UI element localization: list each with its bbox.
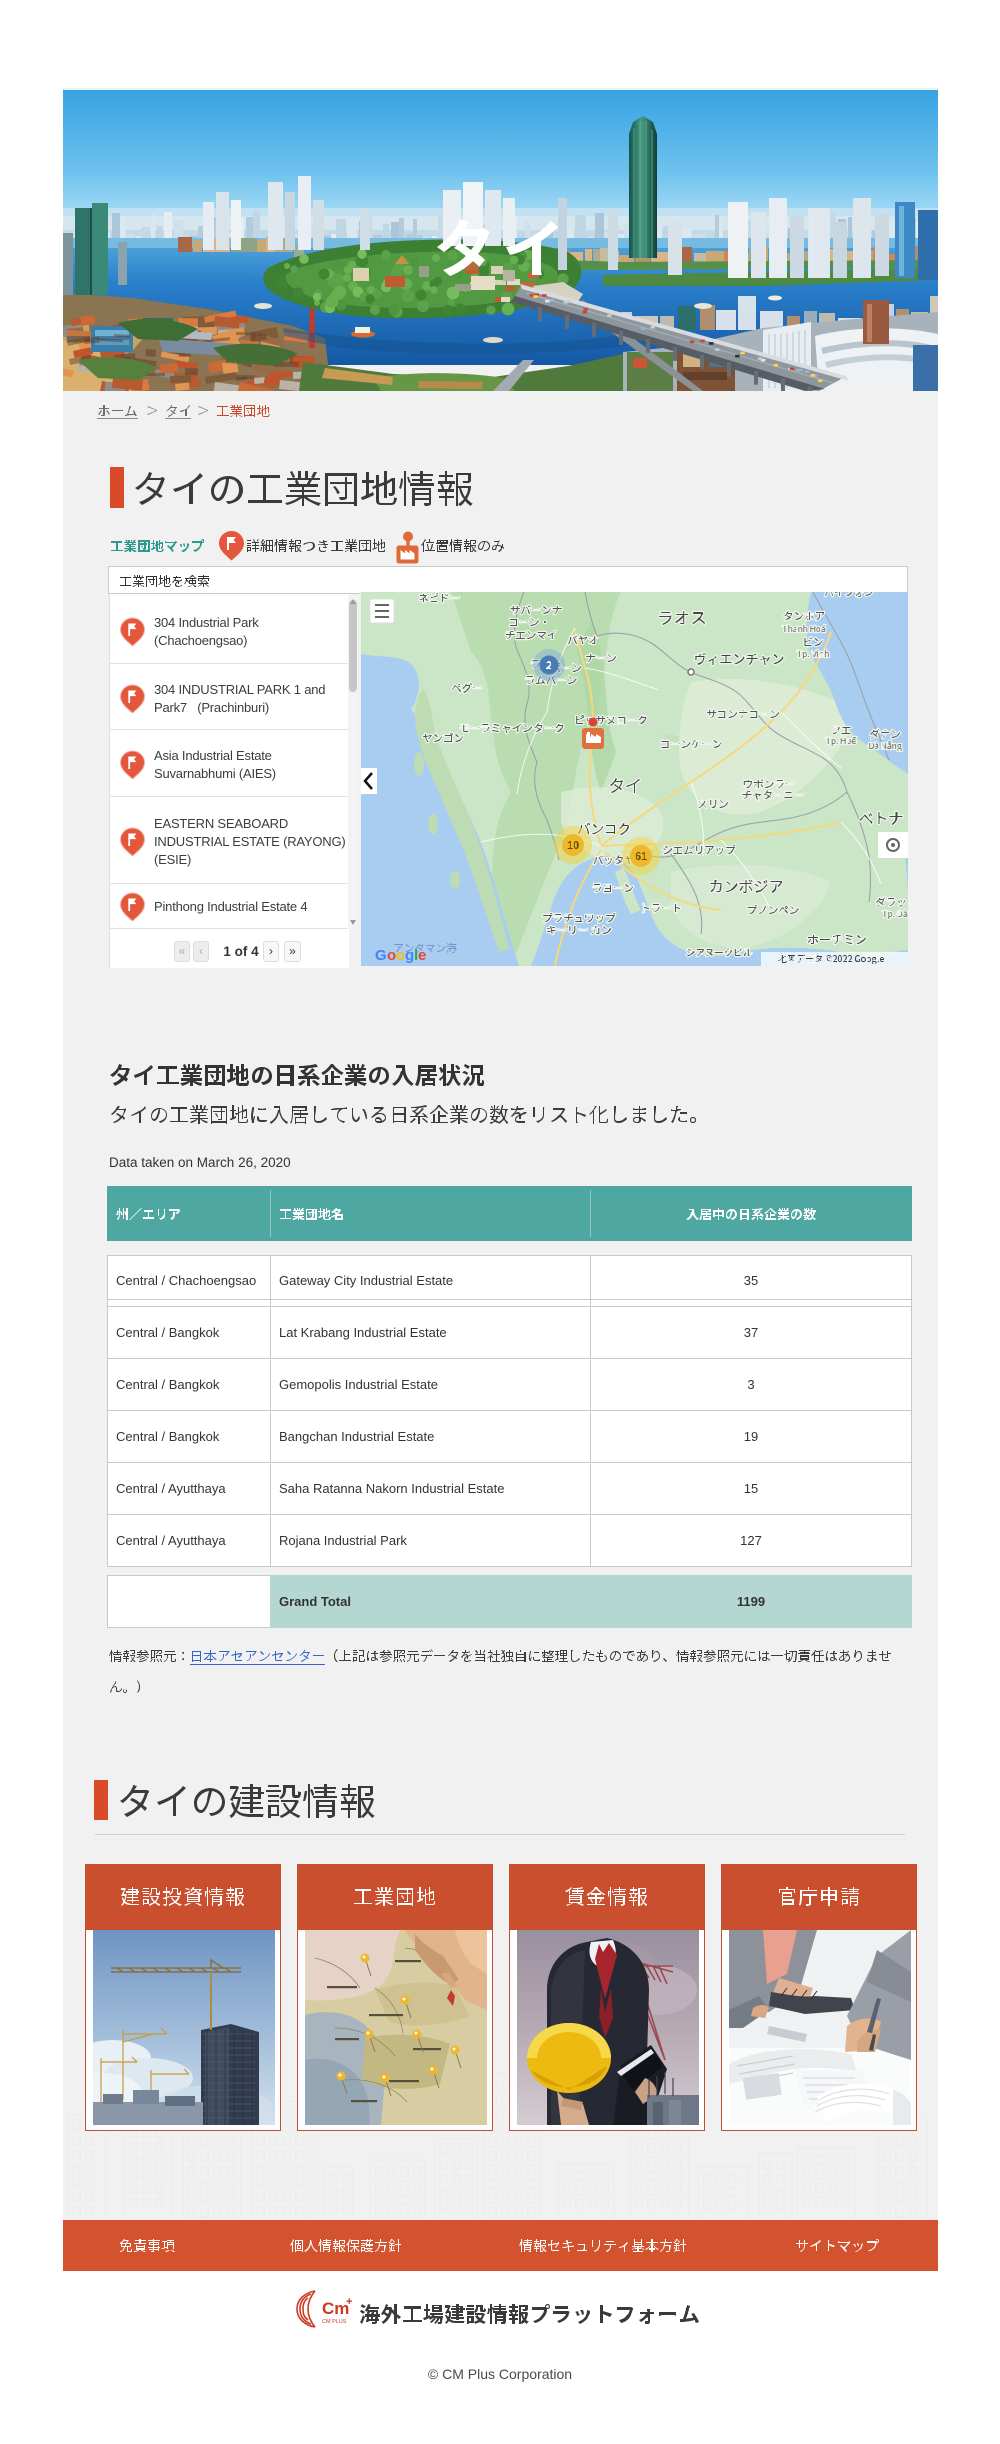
svg-text:o: o (396, 947, 405, 964)
svg-text:+: + (346, 2296, 352, 2308)
svg-text:e: e (418, 947, 426, 964)
svg-text:g: g (405, 947, 414, 964)
svg-text:o: o (387, 947, 396, 964)
svg-text:G: G (375, 947, 387, 964)
svg-text:CM PLUS: CM PLUS (322, 2319, 347, 2325)
